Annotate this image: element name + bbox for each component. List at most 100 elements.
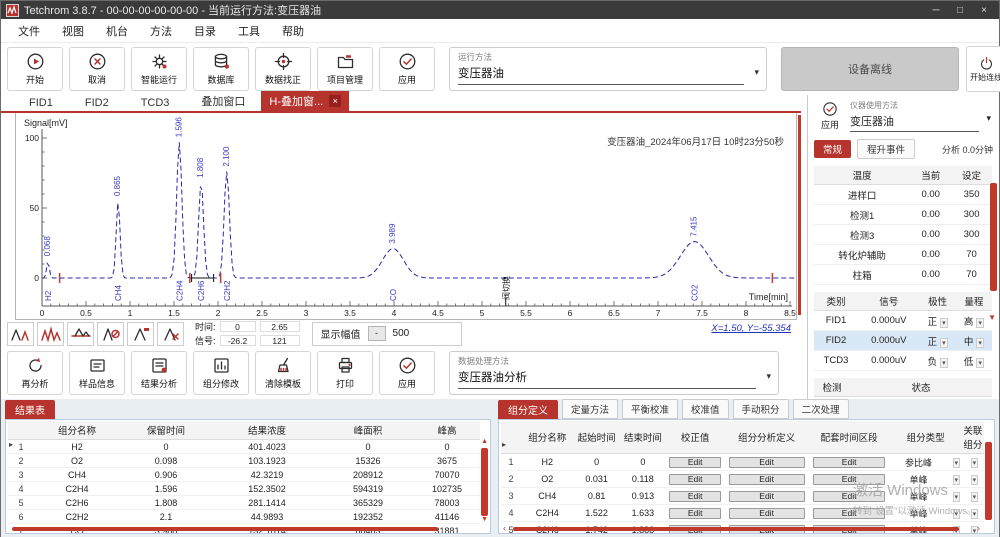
component-hscrollbar[interactable] [513,527,959,531]
apply-button[interactable]: 应用 [379,47,435,91]
smart-run-button[interactable]: 智能运行 [131,47,187,91]
tab-overlay[interactable]: 叠加窗口 [185,91,261,111]
tab-results[interactable]: 结果表 [5,400,55,419]
analysis-def-edit-button[interactable]: Edit [729,491,805,502]
tab-fid1[interactable]: FID1 [13,95,69,111]
polarity-dropdown-caret[interactable]: ▾ [940,338,948,348]
time-range-edit-button[interactable]: Edit [813,474,885,485]
cancel-button[interactable]: 取消 [69,47,125,91]
scroll-right-icon[interactable]: › [977,524,980,533]
scale-value-input[interactable]: 500 [393,328,453,339]
menu-item[interactable]: 帮助 [271,20,315,42]
component-row[interactable]: 1 H2 0 0 Edit Edit Edit 参比峰 ▾ ▾ [501,454,984,471]
peak-flag-tool[interactable] [127,322,154,346]
result-row[interactable]: 2 O2 0.098 103.1923 15326 3675 [8,454,480,468]
apply-processing-button[interactable]: 应用 [379,351,435,395]
connect-button[interactable]: 开始连线 [966,46,1000,92]
tab-program-events[interactable]: 程升事件 [857,139,915,159]
peak-view-tool[interactable] [7,322,34,346]
assoc-dropdown-caret[interactable]: ▾ [971,492,979,502]
project-manage-button[interactable]: 项目管理 [317,47,373,91]
tab-fid2[interactable]: FID2 [69,95,125,111]
temp-row[interactable]: 进样口 0.00 350 [814,185,992,205]
reanalyze-button[interactable]: 再分析 [7,351,63,395]
panel-scroll-down-icon[interactable]: ▼ [988,313,996,322]
tab-cal-values[interactable]: 校准值 [682,399,729,419]
correction-edit-button[interactable]: Edit [669,474,721,485]
result-row[interactable]: 3 CH4 0.906 42.3219 208912 70070 [8,468,480,482]
result-analysis-button[interactable]: 结果分析 [131,351,187,395]
tab-close-icon[interactable]: × [329,95,341,107]
start-button[interactable]: 开始 [7,47,63,91]
chart-scrollbar[interactable] [798,115,801,315]
menu-item[interactable]: 工具 [227,20,271,42]
peaks-multi-tool[interactable] [37,322,64,346]
menu-item[interactable]: 目录 [183,20,227,42]
minimize-button[interactable]: ─ [924,5,948,16]
scroll-left-icon[interactable]: ‹ [503,524,506,533]
analysis-def-edit-button[interactable]: Edit [729,457,805,468]
temp-row[interactable]: 柱箱 0.00 70 [814,265,992,285]
signal-row[interactable]: FID1 0.000uV 正▾ 高▾ [814,311,992,331]
range-dropdown-caret[interactable]: ▾ [976,358,984,368]
panel-scrollbar[interactable] [990,183,997,291]
polarity-dropdown-caret[interactable]: ▾ [940,318,948,328]
type-dropdown-caret[interactable]: ▾ [953,509,961,519]
tab-quant-method[interactable]: 定量方法 [562,399,618,419]
scale-dropdown[interactable]: - [368,326,386,341]
menu-item[interactable]: 视图 [51,20,95,42]
peak-delete-tool[interactable] [97,322,124,346]
type-dropdown-caret[interactable]: ▾ [953,458,961,468]
processing-method-dropdown[interactable]: 数据处理方法 变压器油分析 ▾ [449,351,779,395]
temp-row[interactable]: 检测3 0.00 300 [814,225,992,245]
instrument-method-dropdown[interactable]: 仪器使用方法 变压器油 ▾ [850,99,993,132]
type-dropdown-caret[interactable]: ▾ [953,475,961,485]
result-row[interactable]: 6 C2H2 2.1 44.9893 192352 41146 [8,510,480,524]
scroll-up-icon[interactable]: ▲ [481,438,488,445]
results-hscrollbar[interactable] [12,527,438,531]
range-dropdown-caret[interactable]: ▾ [976,338,984,348]
maximize-button[interactable]: □ [948,5,972,16]
component-edit-button[interactable]: 组分修改 [193,351,249,395]
chevron-down-icon[interactable]: ▾ [986,113,991,124]
tab-overlay-active[interactable]: H-叠加窗... × [261,91,349,111]
results-vscrollbar[interactable] [481,448,488,516]
correction-edit-button[interactable]: Edit [669,457,721,468]
chromatogram-chart[interactable]: 00.511.522.533.544.555.566.577.588.50501… [15,113,797,320]
scroll-down-icon[interactable]: ▼ [481,516,488,523]
result-row[interactable]: 5 C2H6 1.808 281.1414 365329 78003 [8,496,480,510]
result-row[interactable]: 1 H2 0 401.4023 0 0 [8,440,480,454]
analysis-def-edit-button[interactable]: Edit [729,508,805,519]
print-button[interactable]: 打印 [317,351,373,395]
signal-row[interactable]: TCD3 0.000uV 负▾ 低▾ [814,351,992,371]
peak-baseline-tool[interactable] [67,322,94,346]
tab-tcd3[interactable]: TCD3 [125,95,186,111]
tab-balance-cal[interactable]: 平衡校准 [622,399,678,419]
polarity-dropdown-caret[interactable]: ▾ [940,358,948,368]
sample-info-button[interactable]: 样品信息 [69,351,125,395]
component-row[interactable]: 4 C2H4 1.522 1.633 Edit Edit Edit 单峰 ▾ ▾ [501,505,984,522]
tab-secondary-processing[interactable]: 二次处理 [793,399,849,419]
assoc-dropdown-caret[interactable]: ▾ [971,475,979,485]
signal-row[interactable]: FID2 0.000uV 正▾ 中▾ [814,331,992,351]
peak-cut-tool[interactable] [157,322,184,346]
component-row[interactable]: 2 O2 0.031 0.118 Edit Edit Edit 单峰 ▾ ▾ [501,471,984,488]
type-dropdown-caret[interactable]: ▾ [953,492,961,502]
clear-template-button[interactable]: 清除模板 [255,351,311,395]
close-button[interactable]: × [972,5,996,16]
data-calibrate-button[interactable]: 数据找正 [255,47,311,91]
assoc-dropdown-caret[interactable]: ▾ [971,509,979,519]
correction-edit-button[interactable]: Edit [669,508,721,519]
component-row[interactable]: 3 CH4 0.81 0.913 Edit Edit Edit 单峰 ▾ ▾ [501,488,984,505]
menu-item[interactable]: 方法 [139,20,183,42]
instrument-apply-button[interactable]: 应用 [814,99,846,131]
device-status-button[interactable]: 设备离线 [781,47,959,91]
component-vscrollbar[interactable] [985,442,992,520]
menu-item[interactable]: 机台 [95,20,139,42]
temp-row[interactable]: 检测1 0.00 300 [814,205,992,225]
time-range-edit-button[interactable]: Edit [813,491,885,502]
menu-item[interactable]: 文件 [7,20,51,42]
database-button[interactable]: 数据库 [193,47,249,91]
chevron-down-icon[interactable]: ▾ [754,67,759,78]
time-range-edit-button[interactable]: Edit [813,457,885,468]
